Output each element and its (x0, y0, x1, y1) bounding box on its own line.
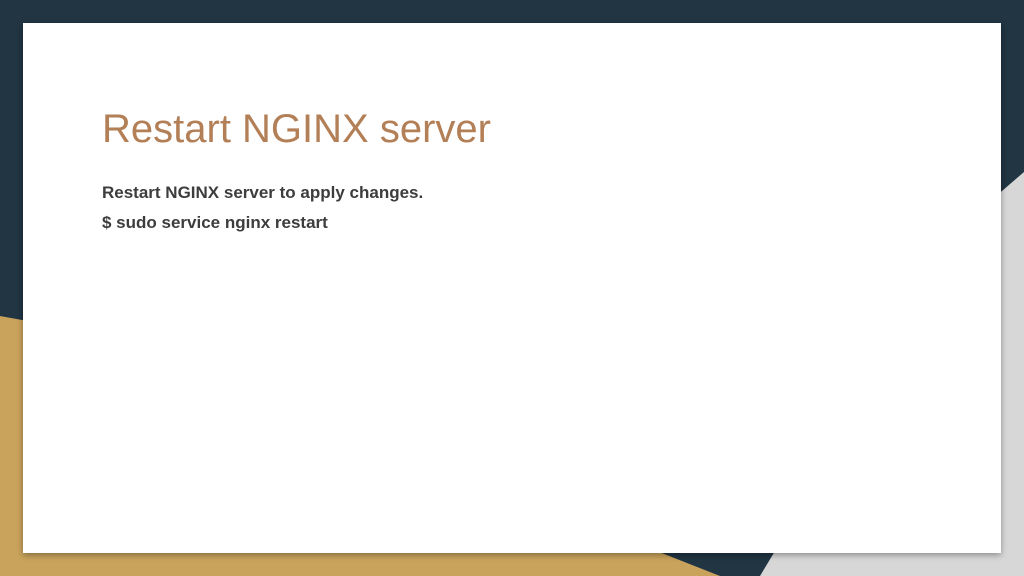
body-line-command: $ sudo service nginx restart (102, 213, 328, 232)
slide-body: Restart NGINX server to apply changes. $… (102, 178, 423, 238)
slide-card: Restart NGINX server Restart NGINX serve… (23, 23, 1001, 553)
body-line-description: Restart NGINX server to apply changes. (102, 183, 424, 202)
slide-title: Restart NGINX server (102, 107, 491, 151)
slide-canvas: Restart NGINX server Restart NGINX serve… (0, 0, 1024, 576)
